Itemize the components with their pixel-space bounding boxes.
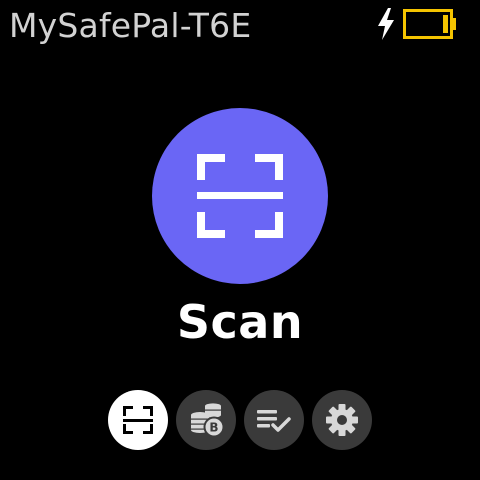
- svg-text:B: B: [209, 421, 218, 435]
- page-scan-button[interactable]: [108, 390, 168, 450]
- device-name: MySafePal-T6E: [9, 6, 252, 45]
- lightning-bolt-icon: [378, 8, 394, 40]
- gear-icon: [326, 404, 358, 436]
- page-checklist-button[interactable]: [244, 390, 304, 450]
- battery-icon: [403, 9, 456, 39]
- screen-title: Scan: [176, 295, 304, 349]
- page-settings-button[interactable]: [312, 390, 372, 450]
- qr-scan-icon: [197, 154, 283, 238]
- page-indicator: B: [0, 390, 480, 450]
- coin-stack-icon: B: [191, 403, 225, 438]
- qr-scan-icon: [123, 406, 153, 434]
- page-assets-button[interactable]: B: [176, 390, 236, 450]
- scan-button[interactable]: [152, 108, 328, 284]
- checklist-icon: [257, 410, 291, 432]
